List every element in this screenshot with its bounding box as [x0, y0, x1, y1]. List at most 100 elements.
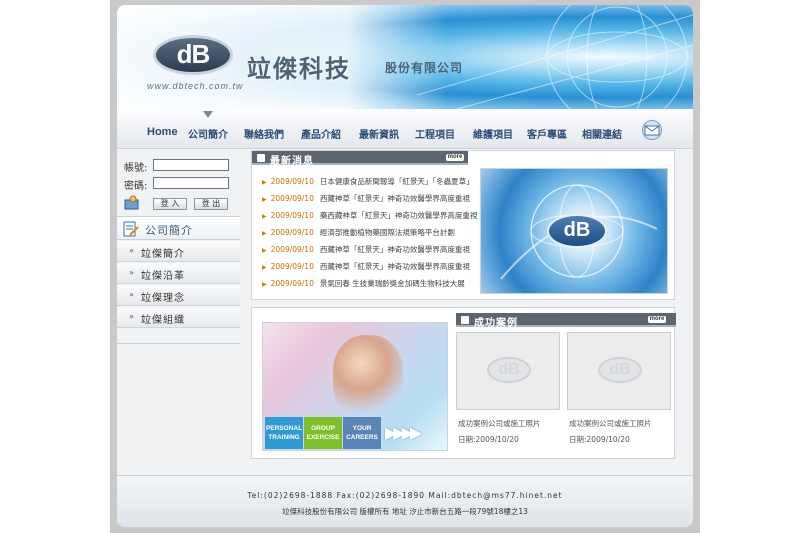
- square-icon: [461, 316, 469, 324]
- promo-tile-label: GROUP EXERCISE: [306, 425, 340, 441]
- case-card[interactable]: dB 成功案例公司或施工照片 日期:2009/10/20: [567, 332, 671, 450]
- sidebar: 帳號: 密碼: 登 入 登 出 公司簡介 » 竝傑簡介 » 竝傑沿革 » 竝傑理…: [117, 150, 240, 350]
- login-button[interactable]: 登 入: [153, 198, 187, 210]
- website-url: www.dbtech.com.tw: [147, 81, 244, 91]
- news-item[interactable]: ▶ 2009/09/10 西藏神草「紅景天」神奇功效醫學界高度重視: [262, 244, 470, 255]
- site-footer: Tel:(02)2698-1888 Fax:(02)2698-1890 Mail…: [117, 475, 693, 527]
- company-name: 竝傑科技: [247, 54, 351, 83]
- sidebar-section-title: 公司簡介: [145, 224, 193, 237]
- placeholder-logo: dB: [487, 357, 531, 383]
- news-date: 2009/09/10: [270, 279, 314, 288]
- news-item[interactable]: ▶ 2009/09/10 經濟部推動植物藥國際法規策略平台計劃: [262, 227, 455, 238]
- nav-item-maintenance[interactable]: 維護項目: [473, 126, 513, 141]
- header-globe-lines: [417, 5, 693, 109]
- sidebar-item-organization[interactable]: » 竝傑組織: [117, 307, 240, 328]
- news-text: 經濟部推動植物藥國際法規策略平台計劃: [319, 228, 455, 237]
- arrow-icon: ▶: [262, 281, 267, 288]
- case-title[interactable]: 成功案例公司或施工照片: [458, 418, 541, 429]
- footer-contact: Tel:(02)2698-1888 Fax:(02)2698-1890 Mail…: [247, 491, 563, 500]
- news-more-button[interactable]: more: [446, 154, 464, 161]
- case-title[interactable]: 成功案例公司或施工照片: [569, 418, 652, 429]
- sidebar-item-profile[interactable]: » 竝傑簡介: [117, 241, 240, 262]
- promo-tile-label: PERSONAL TRAINING: [265, 425, 303, 441]
- sidebar-item-label: 竝傑簡介: [141, 249, 185, 260]
- news-title: 最新消息: [270, 156, 314, 167]
- sidebar-section-header: 公司簡介: [117, 216, 240, 240]
- password-input[interactable]: [153, 177, 229, 189]
- case-thumbnail[interactable]: dB: [567, 332, 671, 410]
- promo-tile-group-exercise[interactable]: GROUP EXERCISE: [304, 417, 342, 449]
- nav-item-news[interactable]: 最新資訊: [359, 126, 399, 141]
- news-date: 2009/09/10: [270, 228, 314, 237]
- bullet-icon: »: [129, 312, 134, 321]
- news-banner-image: dB: [480, 168, 668, 294]
- news-item[interactable]: ▶ 2009/09/10 景氣回春 生技業瑞齡獎金加碼生物科技大展: [262, 278, 465, 289]
- sidebar-item-label: 竝傑組織: [141, 315, 185, 326]
- cases-header: 成功案例 more: [456, 313, 676, 329]
- news-item[interactable]: ▶ 2009/09/10 西藏神草「紅景天」神奇功效醫學界高度重視: [262, 193, 470, 204]
- arrow-icon: ▶: [262, 196, 267, 203]
- nav-item-about[interactable]: 公司簡介: [188, 126, 228, 141]
- password-label: 密碼:: [124, 181, 148, 192]
- news-item[interactable]: ▶ 2009/09/10 藥西藏神草「紅景天」神奇功效醫學界高度重視: [262, 210, 477, 221]
- sidebar-divider: [117, 343, 240, 344]
- arrow-icon: ▶: [262, 230, 267, 237]
- bullet-icon: »: [129, 290, 134, 299]
- sidebar-item-label: 竝傑理念: [141, 293, 185, 304]
- case-card[interactable]: dB 成功案例公司或施工照片 日期:2009/10/20: [456, 332, 560, 450]
- news-text: 西藏神草「紅景天」神奇功效醫學界高度重視: [319, 262, 470, 271]
- cases-more-button[interactable]: more: [648, 316, 666, 323]
- nav-active-pointer-icon: [203, 111, 213, 118]
- promo-tile-your-careers[interactable]: YOUR CAREERS: [343, 417, 381, 449]
- page-container: dB www.dbtech.com.tw 竝傑科技 股份有限公司 Home 公司…: [117, 5, 693, 527]
- chevrons-right-icon: ▶▶▶▶: [385, 423, 422, 442]
- bullet-icon: »: [129, 246, 134, 255]
- news-text: 日本健康食品新聞報導「紅景天」「冬蟲夏草」: [319, 177, 474, 186]
- bullet-icon: »: [129, 268, 134, 277]
- news-text: 西藏神草「紅景天」神奇功效醫學界高度重視: [319, 194, 470, 203]
- nav-item-engineering[interactable]: 工程項目: [415, 126, 455, 141]
- footer-copyright: 竝傑科技股份有限公司 版權所有 地址 汐止市新台五路一段79號18樓之13: [282, 507, 528, 516]
- news-date: 2009/09/10: [270, 177, 314, 186]
- news-item[interactable]: ▶ 2009/09/10 西藏神草「紅景天」神奇功效醫學界高度重視: [262, 261, 470, 272]
- news-text: 藥西藏神草「紅景天」神奇功效醫學界高度重視: [319, 211, 478, 220]
- square-icon: [257, 154, 265, 162]
- document-pencil-icon: [123, 221, 139, 237]
- promo-tile-label: YOUR CAREERS: [346, 425, 378, 441]
- arrow-icon: ▶: [262, 213, 267, 220]
- logout-button[interactable]: 登 出: [194, 198, 228, 210]
- main-navigation: Home 公司簡介 聯絡我們 產品介紹 最新資訊 工程項目 維護項目 客戶專區 …: [117, 109, 693, 149]
- login-user-icon: [124, 195, 139, 210]
- promo-tile-personal-training[interactable]: PERSONAL TRAINING: [265, 417, 303, 449]
- news-date: 2009/09/10: [270, 245, 314, 254]
- company-suffix: 股份有限公司: [385, 61, 464, 75]
- promo-person-image: [333, 335, 403, 415]
- arrow-icon: ▶: [262, 179, 267, 186]
- nav-item-home[interactable]: Home: [147, 126, 178, 138]
- cases-title: 成功案例: [474, 318, 518, 329]
- sidebar-item-label: 竝傑沿革: [141, 271, 185, 282]
- company-logo[interactable]: dB: [153, 35, 233, 75]
- promo-banner[interactable]: PERSONAL TRAINING GROUP EXERCISE YOUR CA…: [262, 322, 448, 451]
- case-date: 日期:2009/10/20: [458, 435, 519, 444]
- arrow-icon: ▶: [262, 247, 267, 254]
- news-date: 2009/09/10: [270, 194, 314, 203]
- envelope-icon[interactable]: [641, 120, 663, 140]
- sidebar-item-philosophy[interactable]: » 竝傑理念: [117, 285, 240, 306]
- news-item[interactable]: ▶ 2009/09/10 日本健康食品新聞報導「紅景天」「冬蟲夏草」: [262, 176, 474, 187]
- news-date: 2009/09/10: [270, 262, 314, 271]
- nav-item-links[interactable]: 相關連結: [582, 126, 622, 141]
- case-thumbnail[interactable]: dB: [456, 332, 560, 410]
- nav-item-contact[interactable]: 聯絡我們: [244, 126, 284, 141]
- placeholder-logo: dB: [598, 357, 642, 383]
- nav-item-products[interactable]: 產品介紹: [301, 126, 341, 141]
- account-input[interactable]: [153, 159, 229, 171]
- banner-logo: dB: [547, 214, 607, 248]
- nav-item-customers[interactable]: 客戶專區: [527, 126, 567, 141]
- case-date: 日期:2009/10/20: [569, 435, 630, 444]
- sidebar-item-history[interactable]: » 竝傑沿革: [117, 263, 240, 284]
- news-text: 西藏神草「紅景天」神奇功效醫學界高度重視: [319, 245, 470, 254]
- cases-panel: PERSONAL TRAINING GROUP EXERCISE YOUR CA…: [251, 307, 676, 459]
- arrow-icon: ▶: [262, 264, 267, 271]
- site-header: dB www.dbtech.com.tw 竝傑科技 股份有限公司: [117, 5, 693, 109]
